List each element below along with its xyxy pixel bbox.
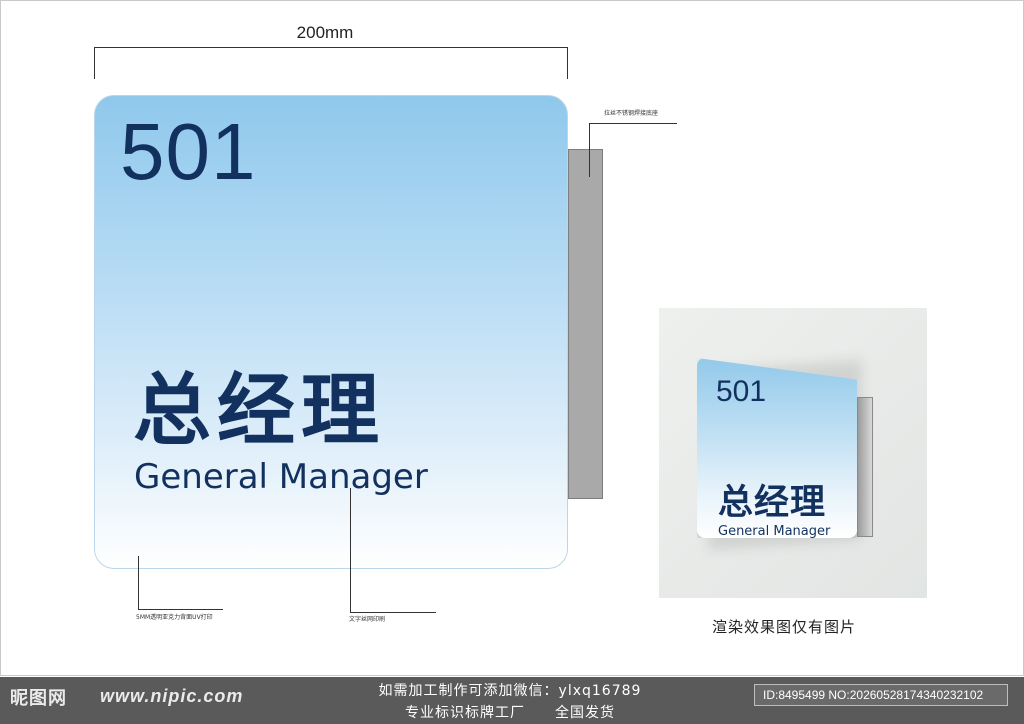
preview-side-bracket xyxy=(857,397,873,537)
acrylic-note-leader-v xyxy=(138,556,139,610)
contact-line-1: 如需加工制作可添加微信：ylxq16789 xyxy=(378,683,642,699)
site-logo: 昵图网 xyxy=(10,688,67,709)
acrylic-note-leader-h xyxy=(138,609,223,610)
preview-title-cn: 总经理 xyxy=(718,483,827,523)
sign-title-cn: 总经理 xyxy=(133,366,386,456)
preview-caption: 渲染效果图仅有图片 xyxy=(711,618,856,636)
text-note: 文字丝网印刷 xyxy=(349,616,386,623)
text-note-leader-h xyxy=(350,612,436,613)
width-dimension-line xyxy=(94,47,568,79)
base-note-leader-v xyxy=(589,123,590,177)
sign-side-base xyxy=(568,149,603,499)
site-url: www.nipic.com xyxy=(100,686,244,706)
preview-title-en: General Manager xyxy=(718,524,831,539)
sign-title-en: General Manager xyxy=(134,457,428,497)
text-note-leader-v xyxy=(350,488,351,613)
acrylic-note: 5MM透明亚克力背面UV打印 xyxy=(136,614,213,621)
contact-line-2: 专业标识标牌工厂 全国发货 xyxy=(405,705,615,721)
image-id-text: ID:8495499 NO:20260528174340232102 xyxy=(763,688,984,702)
base-note-leader-h xyxy=(589,123,677,124)
sign-room-number: 501 xyxy=(120,107,257,196)
preview-room-number: 501 xyxy=(716,375,767,408)
base-note: 拉丝不锈钢焊接底座 xyxy=(604,110,659,117)
width-dimension-label: 200mm xyxy=(296,23,354,42)
